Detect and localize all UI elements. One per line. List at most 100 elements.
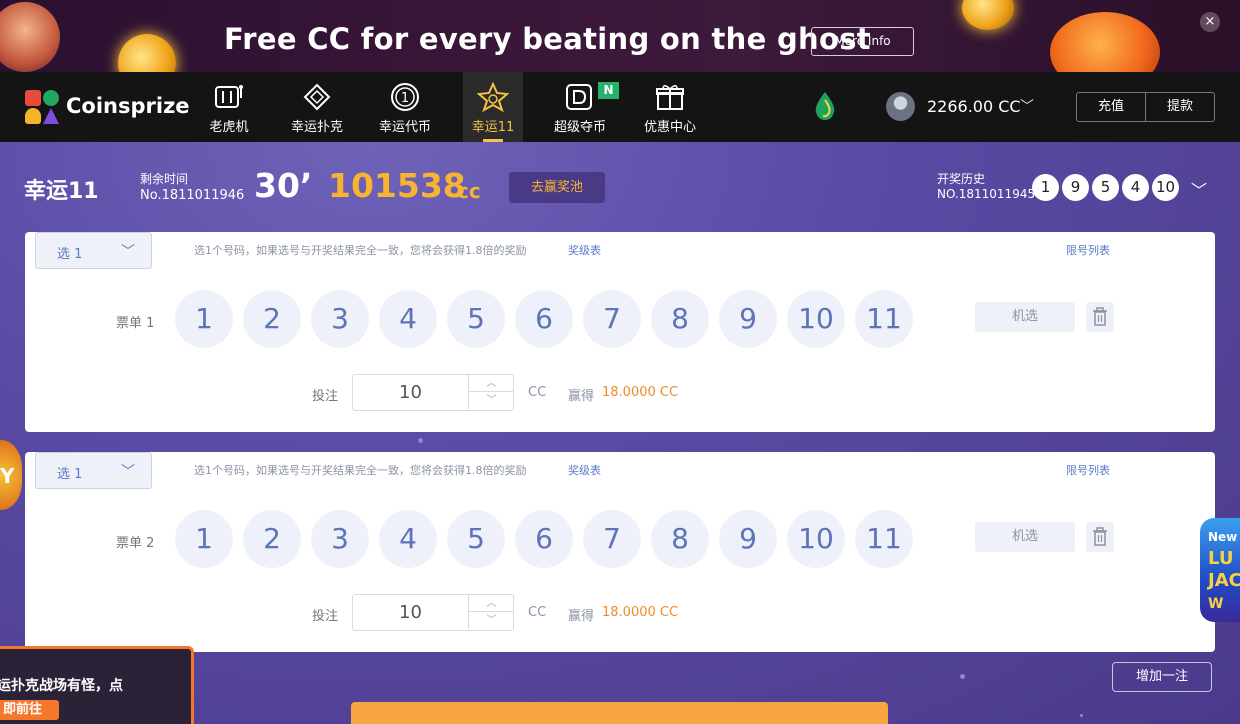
draw-number: No.1811011946 [140,188,245,203]
bet-input[interactable]: 10 [353,595,468,630]
lucky-jackpot-promo[interactable]: New LU JAC W [1200,518,1240,622]
win-value: 18.0000 CC [602,385,679,400]
number-ball[interactable]: 6 [515,290,573,348]
deposit-button[interactable]: 充值 [1077,93,1145,121]
number-ball[interactable]: 6 [515,510,573,568]
promo-banner[interactable]: Free CC for every beating on the ghost M… [0,0,1240,72]
number-ball[interactable]: 7 [583,290,641,348]
withdraw-button[interactable]: 提款 [1145,93,1214,121]
countdown: 30’ [254,166,313,205]
nav-item-label: 优惠中心 [643,120,696,135]
random-pick-button[interactable]: 机选 [975,522,1075,552]
number-ball[interactable]: 7 [583,510,641,568]
nav-item-label: 幸运扑克 [290,120,343,135]
delete-ticket-button[interactable] [1086,522,1114,552]
super-coin-icon [566,84,592,110]
popup-text: 运扑克战场有怪，点 [0,678,123,694]
number-ball[interactable]: 2 [243,510,301,568]
prize-table-link[interactable]: 奖级表 [568,462,601,478]
chevron-down-icon[interactable]: ﹀ [1191,177,1207,201]
promo-text: New [1208,530,1238,544]
number-ball[interactable]: 10 [787,290,845,348]
increment-icon[interactable]: ︿ [468,375,514,392]
rule-text: 选1个号码，如果选号与开奖结果完全一致，您将会获得1.8倍的奖励 [194,464,527,477]
drop-icon[interactable] [812,90,838,122]
history-ball: 4 [1122,174,1149,201]
pumpkin-illustration [1050,12,1160,72]
game-info-row: 幸运11 剩余时间 No.1811011946 30’ 101538 cc 去赢… [0,142,1240,232]
number-ball[interactable]: 8 [651,510,709,568]
limit-list-link[interactable]: 限号列表 [1066,242,1110,258]
coin-illustration [962,0,1014,30]
bet-input[interactable]: 10 [353,375,468,410]
nav-item-lucky-coin[interactable]: 1 幸运代币 [371,72,439,142]
bet-unit: CC [528,605,547,620]
avatar[interactable] [886,92,915,121]
number-ball[interactable]: 5 [447,290,505,348]
win-value: 18.0000 CC [602,605,679,620]
nav-item-slots[interactable]: 老虎机 [199,72,259,142]
ticket-card: 选 1 ﹀ 选1个号码，如果选号与开奖结果完全一致，您将会获得1.8倍的奖励 奖… [25,452,1215,652]
win-label: 赢得 [568,389,595,404]
add-bet-button[interactable]: 增加一注 [1112,662,1212,692]
number-ball[interactable]: 4 [379,290,437,348]
win-label: 赢得 [568,609,595,624]
history-ball: 10 [1152,174,1179,201]
nav-item-label: 幸运11 [471,120,515,135]
limit-list-link[interactable]: 限号列表 [1066,462,1110,478]
number-ball[interactable]: 8 [651,290,709,348]
bet-stepper[interactable]: 10 ︿ ﹀ [352,594,514,631]
submit-button[interactable] [351,702,888,724]
number-ball[interactable]: 11 [855,290,913,348]
nav-item-lucky-11[interactable]: 幸运11 [463,72,523,142]
account-actions: 充值 提款 [1076,92,1215,122]
banner-title: Free CC for every beating on the ghost [224,22,871,56]
decrement-icon[interactable]: ﹀ [468,392,514,409]
more-info-button[interactable]: More Info [811,27,914,56]
number-ball[interactable]: 3 [311,290,369,348]
nav-item-label: 超级夺币 [553,120,606,135]
promo-text: W [1208,596,1224,612]
ticket-label: 票单 1 [116,316,155,331]
slot-machine-icon [215,85,243,108]
promo-text: LU [1208,548,1234,569]
event-popup[interactable]: 运扑克战场有怪，点 即前往 [0,646,194,724]
history-ball: 1 [1032,174,1059,201]
history-ball: 9 [1062,174,1089,201]
pick-count-select[interactable]: 选 1 ﹀ [35,452,152,489]
number-ball[interactable]: 9 [719,510,777,568]
draw-history-label: 开奖历史 [937,172,986,186]
trash-icon [1093,527,1107,546]
number-ball[interactable]: 1 [175,510,233,568]
history-draw-number: NO.1811011945 [937,187,1036,201]
number-ball[interactable]: 11 [855,510,913,568]
number-ball[interactable]: 1 [175,290,233,348]
rule-text: 选1个号码，如果选号与开奖结果完全一致，您将会获得1.8倍的奖励 [194,244,527,257]
balance-display[interactable]: 2266.00 CC [927,97,1021,116]
bet-label: 投注 [312,389,339,404]
win-jackpot-button[interactable]: 去赢奖池 [509,172,605,203]
number-ball[interactable]: 5 [447,510,505,568]
number-ball[interactable]: 2 [243,290,301,348]
nav-item-lucky-poker[interactable]: 幸运扑克 [283,72,351,142]
game-title: 幸运11 [24,179,99,204]
close-icon[interactable]: × [1200,12,1220,32]
coinsprize-logo-icon[interactable] [25,90,59,124]
bet-stepper[interactable]: 10 ︿ ﹀ [352,374,514,411]
select-value: 选 1 [57,467,83,482]
remaining-time-label: 剩余时间 [140,172,189,186]
decrement-icon[interactable]: ﹀ [468,612,514,629]
chevron-down-icon[interactable]: ﹀ [1020,96,1034,116]
number-ball[interactable]: 4 [379,510,437,568]
pick-count-select[interactable]: 选 1 ﹀ [35,232,152,269]
number-ball[interactable]: 10 [787,510,845,568]
ticket-card: 选 1 ﹀ 选1个号码，如果选号与开奖结果完全一致，您将会获得1.8倍的奖励 奖… [25,232,1215,432]
nav-item-promotions[interactable]: 优惠中心 [636,72,704,142]
increment-icon[interactable]: ︿ [468,595,514,612]
number-ball[interactable]: 9 [719,290,777,348]
go-now-button[interactable]: 即前往 [0,700,59,720]
delete-ticket-button[interactable] [1086,302,1114,332]
random-pick-button[interactable]: 机选 [975,302,1075,332]
prize-table-link[interactable]: 奖级表 [568,242,601,258]
number-ball[interactable]: 3 [311,510,369,568]
